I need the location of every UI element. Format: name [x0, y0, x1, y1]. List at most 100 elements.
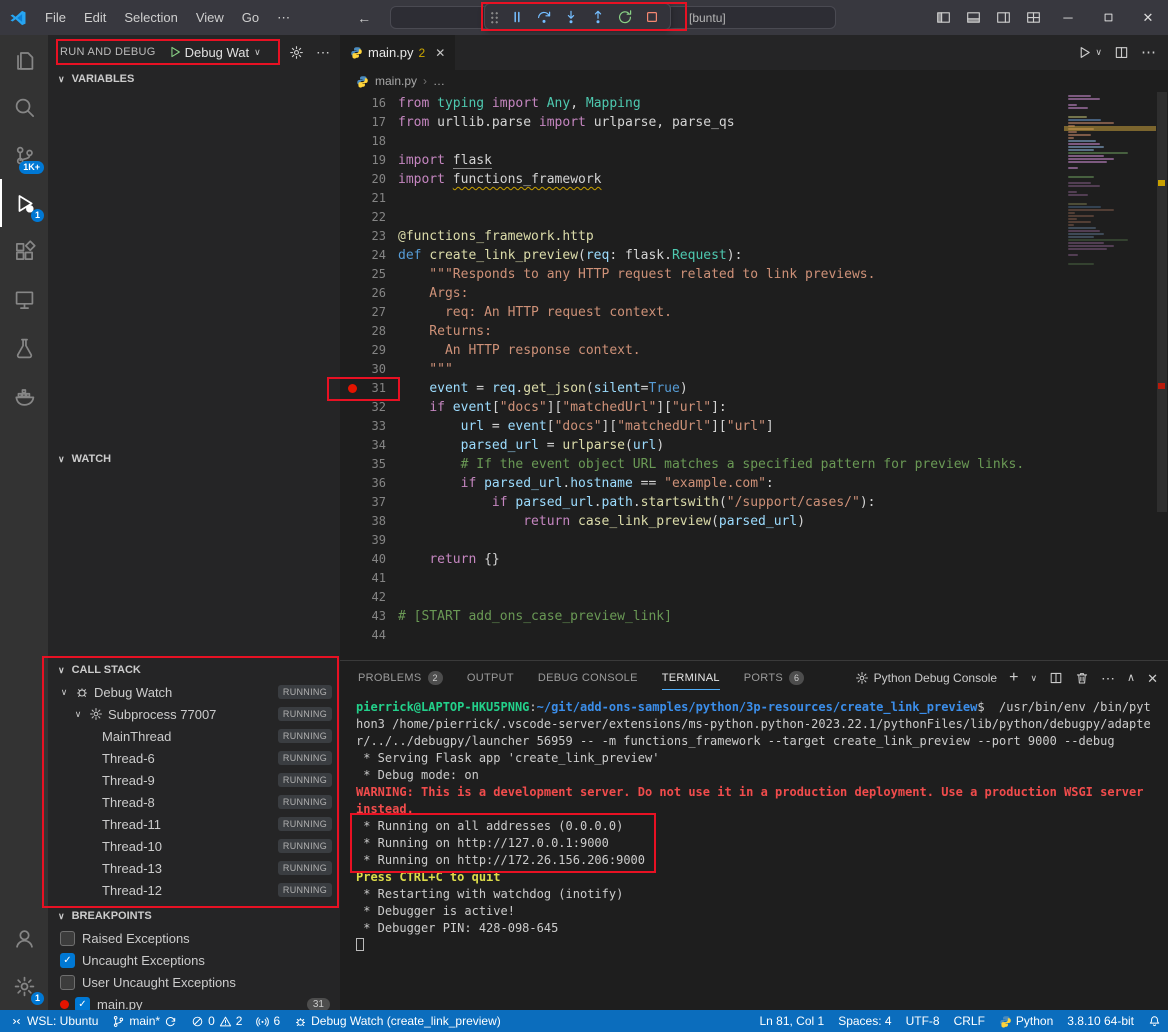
run-options[interactable]: ∨ — [1095, 48, 1102, 57]
activity-extensions[interactable] — [0, 227, 48, 275]
gutter[interactable]: 23 — [340, 227, 398, 246]
minimize-button[interactable]: ─ — [1048, 0, 1088, 35]
code-line-29[interactable]: 29 An HTTP response context. — [340, 341, 1064, 360]
panel-tab-problems[interactable]: PROBLEMS2 — [358, 661, 443, 695]
gutter[interactable]: 42 — [340, 588, 398, 607]
gutter[interactable]: 22 — [340, 208, 398, 227]
breakpoint-item-main-py[interactable]: ✓main.py31 — [48, 993, 340, 1010]
panel-tab-terminal[interactable]: TERMINAL — [662, 661, 720, 695]
section-header-watch[interactable]: ∨ WATCH — [48, 448, 340, 470]
gutter[interactable]: 26 — [340, 284, 398, 303]
scrollbar-thumb[interactable] — [1157, 92, 1167, 512]
gutter[interactable]: 40 — [340, 550, 398, 569]
maximize-button[interactable] — [1088, 0, 1128, 35]
pause-button[interactable] — [503, 5, 530, 28]
code-line-42[interactable]: 42 — [340, 588, 1064, 607]
gutter[interactable]: 41 — [340, 569, 398, 588]
split-terminal-button[interactable] — [1049, 671, 1063, 685]
restart-button[interactable] — [611, 5, 638, 28]
code-line-28[interactable]: 28 Returns: — [340, 322, 1064, 341]
panel-tab-ports[interactable]: PORTS6 — [744, 661, 805, 695]
menu-go[interactable]: Go — [233, 0, 268, 35]
section-header-breakpoints[interactable]: ∨ BREAKPOINTS — [48, 905, 340, 927]
activity-search[interactable] — [0, 83, 48, 131]
toggle-panel[interactable] — [958, 0, 988, 35]
menu-edit[interactable]: Edit — [75, 0, 115, 35]
indentation[interactable]: Spaces: 4 — [831, 1010, 898, 1032]
activity-accounts[interactable] — [0, 914, 48, 962]
panel-tab-output[interactable]: OUTPUT — [467, 661, 514, 695]
code-line-44[interactable]: 44 — [340, 626, 1064, 645]
toggle-primary-sidebar[interactable] — [928, 0, 958, 35]
breakpoint-dot[interactable] — [348, 384, 357, 393]
forwarded-ports[interactable]: 6 — [249, 1010, 287, 1032]
python-interpreter[interactable]: 3.8.10 64-bit — [1060, 1010, 1141, 1032]
chevron-down-icon[interactable]: ∨ — [252, 47, 263, 58]
gutter[interactable]: 38 — [340, 512, 398, 531]
gutter[interactable]: 43 — [340, 607, 398, 626]
checkbox[interactable] — [60, 975, 75, 990]
gutter[interactable]: 35 — [340, 455, 398, 474]
panel-tab-debug-console[interactable]: DEBUG CONSOLE — [538, 661, 638, 695]
menu-file[interactable]: File — [36, 0, 75, 35]
activity-testing[interactable] — [0, 323, 48, 371]
eol-sequence[interactable]: CRLF — [947, 1010, 992, 1032]
remote-indicator[interactable]: WSL: Ubuntu — [0, 1010, 105, 1032]
split-editor[interactable] — [1114, 45, 1129, 60]
gutter[interactable]: 31 — [340, 379, 398, 398]
code-line-32[interactable]: 32 if event["docs"]["matchedUrl"]["url"]… — [340, 398, 1064, 417]
notifications-bell[interactable] — [1141, 1010, 1168, 1032]
checkbox[interactable]: ✓ — [60, 953, 75, 968]
callstack-item-thread-8[interactable]: Thread-8RUNNING — [48, 791, 340, 813]
code-line-16[interactable]: 16from typing import Any, Mapping — [340, 94, 1064, 113]
callstack-item-mainthread[interactable]: MainThreadRUNNING — [48, 725, 340, 747]
code-line-43[interactable]: 43# [START add_ons_case_preview_link] — [340, 607, 1064, 626]
code-line-23[interactable]: 23@functions_framework.http — [340, 227, 1064, 246]
gutter[interactable]: 30 — [340, 360, 398, 379]
callstack-item-subprocess-77007[interactable]: ∨Subprocess 77007RUNNING — [48, 703, 340, 725]
code-line-41[interactable]: 41 — [340, 569, 1064, 588]
encoding[interactable]: UTF-8 — [899, 1010, 947, 1032]
activity-explorer[interactable] — [0, 35, 48, 83]
close-button[interactable]: ✕ — [1128, 0, 1168, 35]
gutter[interactable]: 32 — [340, 398, 398, 417]
breakpoint-item-user-uncaught-exceptions[interactable]: User Uncaught Exceptions — [48, 971, 340, 993]
close-panel-button[interactable]: ✕ — [1147, 672, 1158, 685]
callstack-item-thread-9[interactable]: Thread-9RUNNING — [48, 769, 340, 791]
checkbox[interactable] — [60, 931, 75, 946]
code-line-31[interactable]: 31 event = req.get_json(silent=True) — [340, 379, 1064, 398]
gutter[interactable]: 27 — [340, 303, 398, 322]
callstack-item-thread-13[interactable]: Thread-13RUNNING — [48, 857, 340, 879]
step-over-button[interactable] — [530, 5, 557, 28]
customize-layout[interactable] — [1018, 0, 1048, 35]
callstack-item-debug-watch[interactable]: ∨Debug WatchRUNNING — [48, 681, 340, 703]
code-line-20[interactable]: 20import functions_framework — [340, 170, 1064, 189]
gutter[interactable]: 21 — [340, 189, 398, 208]
stop-button[interactable] — [638, 5, 665, 28]
menu-view[interactable]: View — [187, 0, 233, 35]
callstack-item-thread-12[interactable]: Thread-12RUNNING — [48, 879, 340, 901]
gutter[interactable]: 29 — [340, 341, 398, 360]
code-line-34[interactable]: 34 parsed_url = urlparse(url) — [340, 436, 1064, 455]
gutter[interactable]: 17 — [340, 113, 398, 132]
section-header-call-stack[interactable]: ∨ CALL STACK — [48, 659, 340, 681]
code-line-27[interactable]: 27 req: An HTTP request context. — [340, 303, 1064, 322]
activity-run-and-debug[interactable]: 1 — [0, 179, 48, 227]
code-line-25[interactable]: 25 """Responds to any HTTP request relat… — [340, 265, 1064, 284]
gutter[interactable]: 34 — [340, 436, 398, 455]
code-line-38[interactable]: 38 return case_link_preview(parsed_url) — [340, 512, 1064, 531]
checkbox[interactable]: ✓ — [75, 997, 90, 1011]
editor-scrollbar[interactable] — [1156, 92, 1168, 660]
panel-more-actions[interactable]: ⋯ — [1101, 671, 1115, 685]
branch-status[interactable]: main* — [105, 1010, 184, 1032]
code-line-19[interactable]: 19import flask — [340, 151, 1064, 170]
code-line-24[interactable]: 24def create_link_preview(req: flask.Req… — [340, 246, 1064, 265]
menu-selection[interactable]: Selection — [115, 0, 186, 35]
debug-session-status[interactable]: Debug Watch (create_link_preview) — [287, 1010, 508, 1032]
gutter[interactable]: 25 — [340, 265, 398, 284]
cursor-position[interactable]: Ln 81, Col 1 — [749, 1010, 831, 1032]
gutter[interactable]: 24 — [340, 246, 398, 265]
breakpoint-item-raised-exceptions[interactable]: Raised Exceptions — [48, 927, 340, 949]
gutter[interactable]: 44 — [340, 626, 398, 645]
activity-settings[interactable]: 1 — [0, 962, 48, 1010]
